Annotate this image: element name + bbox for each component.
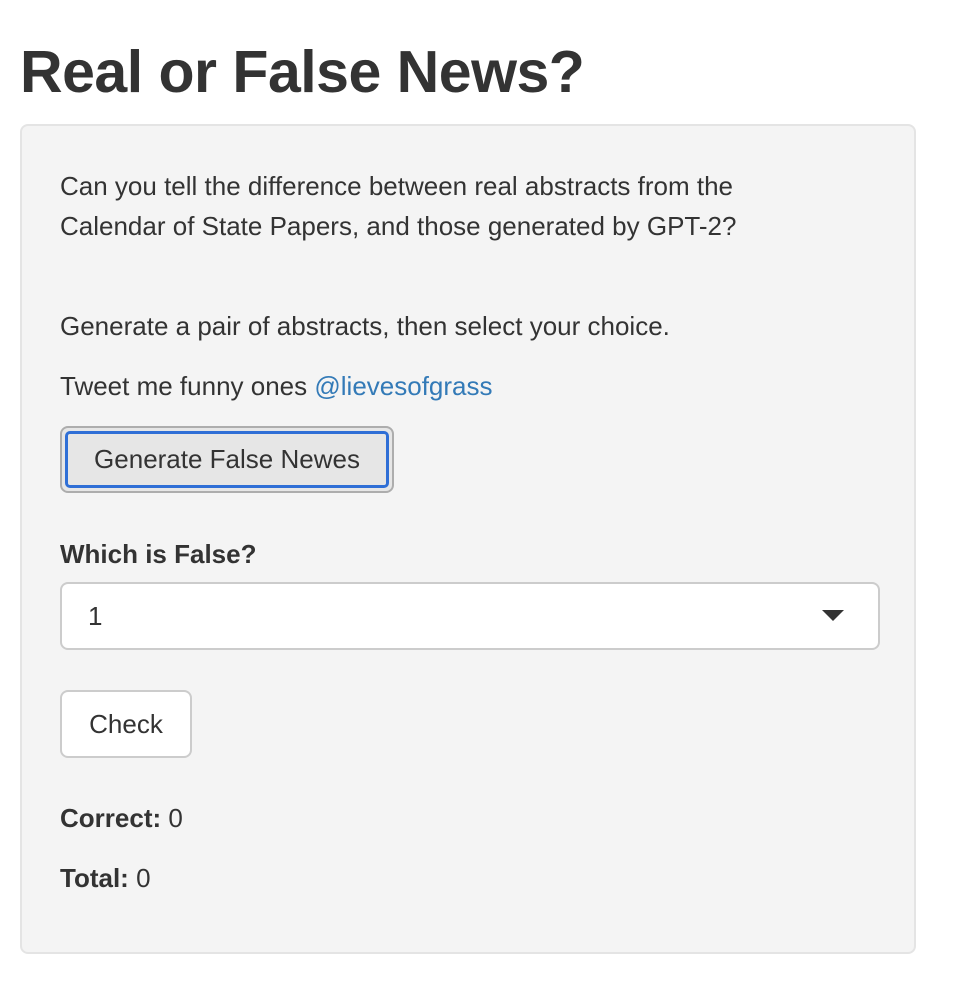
page-title: Real or False News? (20, 39, 585, 105)
which-is-false-label: Which is False? (60, 539, 257, 569)
which-is-false-select[interactable]: 1 (60, 582, 880, 650)
sidebar-panel: Can you tell the difference between real… (20, 124, 916, 954)
total-value: 0 (136, 863, 151, 893)
twitter-handle-link[interactable]: @lievesofgrass (314, 371, 492, 401)
correct-count: Correct: 0 (60, 798, 183, 838)
check-button[interactable]: Check (60, 690, 192, 758)
intro-text: Can you tell the difference between real… (60, 171, 737, 241)
tweet-line: Tweet me funny ones @lievesofgrass (60, 366, 493, 406)
instruction-text: Generate a pair of abstracts, then selec… (60, 311, 670, 341)
correct-value: 0 (168, 803, 183, 833)
caret-down-icon (822, 610, 844, 621)
correct-label: Correct: (60, 803, 162, 833)
total-count: Total: 0 (60, 858, 151, 898)
total-label: Total: (60, 863, 129, 893)
tweet-prefix: Tweet me funny ones (60, 371, 308, 401)
generate-button-label: Generate False Newes (65, 431, 389, 488)
generate-button[interactable]: Generate False Newes (60, 426, 394, 493)
select-value: 1 (88, 601, 103, 631)
